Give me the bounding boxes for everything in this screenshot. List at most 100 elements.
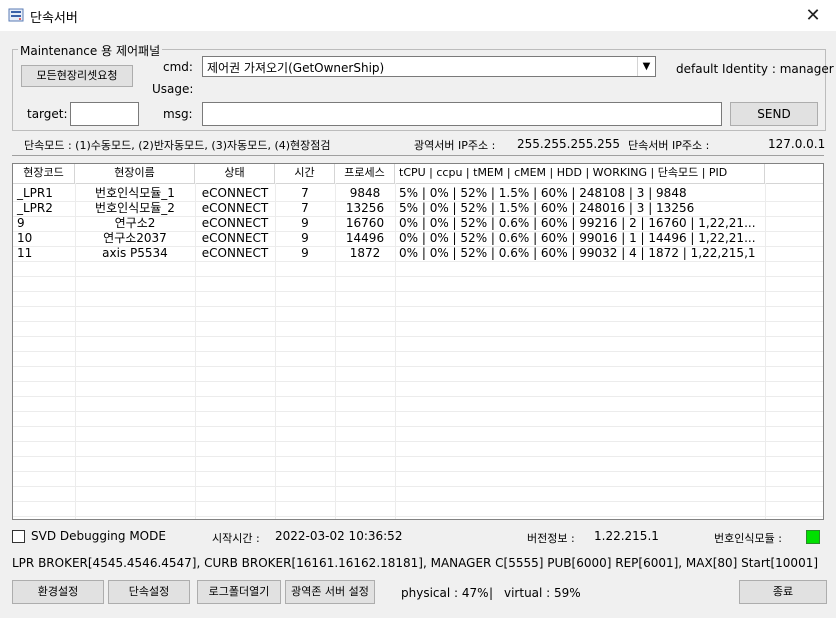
region-server-settings-button[interactable]: 광역존 서버 설정 <box>285 580 375 604</box>
column-header-site-name[interactable]: 현장이름 <box>75 164 195 183</box>
column-header-process[interactable]: 프로세스 <box>335 164 395 183</box>
cell-time: 9 <box>301 216 309 230</box>
cell-resources: 5% | 0% | 52% | 1.5% | 60% | 248016 | 3 … <box>399 201 695 215</box>
grid-line <box>13 501 823 502</box>
svd-debugging-checkbox[interactable] <box>12 530 25 543</box>
grid-line <box>13 351 823 352</box>
enforcement-settings-button[interactable]: 단속설정 <box>108 580 190 604</box>
cell-status: eCONNECT <box>201 186 269 200</box>
close-icon[interactable]: ✕ <box>805 5 820 26</box>
target-input[interactable] <box>70 102 139 126</box>
cell-site-code: _LPR2 <box>17 201 53 215</box>
grid-line <box>13 396 823 397</box>
window-title: 단속서버 <box>30 11 78 26</box>
cell-process: 1872 <box>349 246 381 260</box>
maintenance-legend: Maintenance 용 제어패널 <box>18 42 163 59</box>
svd-debugging-label[interactable]: SVD Debugging MODE <box>31 529 166 543</box>
environment-settings-button[interactable]: 환경설정 <box>12 580 104 604</box>
start-time: 2022-03-02 10:36:52 <box>275 529 403 543</box>
send-button[interactable]: SEND <box>730 102 818 126</box>
default-identity-text: default Identity : manager <box>676 62 834 76</box>
cell-site-name: 연구소2037 <box>103 231 167 245</box>
cell-resources: 0% | 0% | 52% | 0.6% | 60% | 99032 | 4 |… <box>399 246 756 260</box>
cell-process: 14496 <box>345 231 385 245</box>
cell-site-name: axis P5534 <box>102 246 168 260</box>
exit-button[interactable]: 종료 <box>739 580 827 604</box>
grid-line <box>13 261 823 262</box>
enforcement-server-ip-label: 단속서버 IP주소 : <box>628 139 710 152</box>
grid-line <box>13 516 823 517</box>
target-label: target: <box>27 107 68 121</box>
virtual-memory-usage: virtual : 59% <box>504 586 581 600</box>
table-row[interactable]: 10 연구소2037 eCONNECT 9 14496 0% | 0% | 52… <box>13 231 823 246</box>
site-table[interactable]: 현장코드 현장이름 상태 시간 프로세스 tCPU | ccpu | tMEM … <box>12 163 824 520</box>
grid-line <box>13 291 823 292</box>
cell-time: 9 <box>301 231 309 245</box>
wide-server-ip-label: 광역서버 IP주소 : <box>414 139 496 152</box>
column-header-time[interactable]: 시간 <box>275 164 335 183</box>
table-row[interactable]: _LPR2 번호인식모듈_2 eCONNECT 7 13256 5% | 0% … <box>13 201 823 216</box>
lpr-module-label: 번호인식모듈 : <box>714 532 782 545</box>
site-table-header: 현장코드 현장이름 상태 시간 프로세스 tCPU | ccpu | tMEM … <box>13 164 823 184</box>
cell-site-code: 9 <box>17 216 25 230</box>
msg-label: msg: <box>163 107 193 121</box>
table-row[interactable]: 9 연구소2 eCONNECT 9 16760 0% | 0% | 52% | … <box>13 216 823 231</box>
chevron-down-icon[interactable]: ▼ <box>637 57 655 76</box>
grid-line <box>13 456 823 457</box>
enforcement-modes-text: 단속모드 : (1)수동모드, (2)반자동모드, (3)자동모드, (4)현장… <box>24 139 331 152</box>
grid-line <box>13 306 823 307</box>
cell-time: 9 <box>301 246 309 260</box>
site-table-body: _LPR1 번호인식모듈_1 eCONNECT 7 9848 5% | 0% |… <box>13 183 823 519</box>
cell-site-name: 연구소2 <box>114 216 156 230</box>
lpr-module-status-indicator <box>806 530 820 544</box>
grid-line <box>13 426 823 427</box>
column-header-resources[interactable]: tCPU | ccpu | tMEM | cMEM | HDD | WORKIN… <box>395 164 765 183</box>
column-header-status[interactable]: 상태 <box>195 164 275 183</box>
grid-line <box>13 441 823 442</box>
cmd-label: cmd: <box>163 60 193 74</box>
cell-process: 9848 <box>349 186 381 200</box>
reset-all-sites-button[interactable]: 모든현장리셋요청 <box>21 65 133 87</box>
msg-input[interactable] <box>202 102 722 126</box>
cell-resources: 5% | 0% | 52% | 1.5% | 60% | 248108 | 3 … <box>399 186 687 200</box>
grid-line <box>13 411 823 412</box>
cell-site-name: 번호인식모듈_1 <box>95 186 175 200</box>
server-app-icon <box>8 8 24 22</box>
separator <box>12 155 824 156</box>
grid-line <box>13 471 823 472</box>
cell-site-code: 11 <box>17 246 33 260</box>
cmd-select[interactable]: 제어권 가져오기(GetOwnerShip) ▼ <box>202 56 656 77</box>
cell-status: eCONNECT <box>201 201 269 215</box>
cell-site-code: _LPR1 <box>17 186 53 200</box>
broker-info-line: LPR BROKER[4545.4546.4547], CURB BROKER[… <box>12 556 819 570</box>
cell-resources: 0% | 0% | 52% | 0.6% | 60% | 99216 | 2 |… <box>399 216 756 230</box>
cell-process: 13256 <box>345 201 385 215</box>
close-button[interactable]: ✕ <box>790 0 836 31</box>
grid-line <box>13 276 823 277</box>
start-time-label: 시작시간 : <box>212 532 260 545</box>
cell-time: 7 <box>301 186 309 200</box>
table-row[interactable]: _LPR1 번호인식모듈_1 eCONNECT 7 9848 5% | 0% |… <box>13 186 823 201</box>
wide-server-ip: 255.255.255.255 <box>517 137 621 151</box>
cell-resources: 0% | 0% | 52% | 0.6% | 60% | 99016 | 1 |… <box>399 231 756 245</box>
grid-line <box>13 336 823 337</box>
cell-time: 7 <box>301 201 309 215</box>
grid-line <box>13 321 823 322</box>
version-label: 버전정보 : <box>527 532 575 545</box>
cmd-select-value[interactable]: 제어권 가져오기(GetOwnerShip) <box>207 59 384 76</box>
cell-status: eCONNECT <box>201 246 269 260</box>
cell-status: eCONNECT <box>201 216 269 230</box>
physical-memory-usage: physical : 47% <box>401 586 489 600</box>
table-row[interactable]: 11 axis P5534 eCONNECT 9 1872 0% | 0% | … <box>13 246 823 261</box>
cell-status: eCONNECT <box>201 231 269 245</box>
column-header-site-code[interactable]: 현장코드 <box>13 164 75 183</box>
version-value: 1.22.215.1 <box>594 529 659 543</box>
cell-process: 16760 <box>345 216 385 230</box>
cell-site-name: 번호인식모듈_2 <box>95 201 175 215</box>
usage-label: Usage: <box>152 82 194 96</box>
grid-line <box>13 381 823 382</box>
grid-line <box>13 366 823 367</box>
enforcement-server-ip: 127.0.0.1 <box>768 137 826 151</box>
open-log-folder-button[interactable]: 로그폴더열기 <box>197 580 281 604</box>
memory-divider: | <box>489 586 494 600</box>
